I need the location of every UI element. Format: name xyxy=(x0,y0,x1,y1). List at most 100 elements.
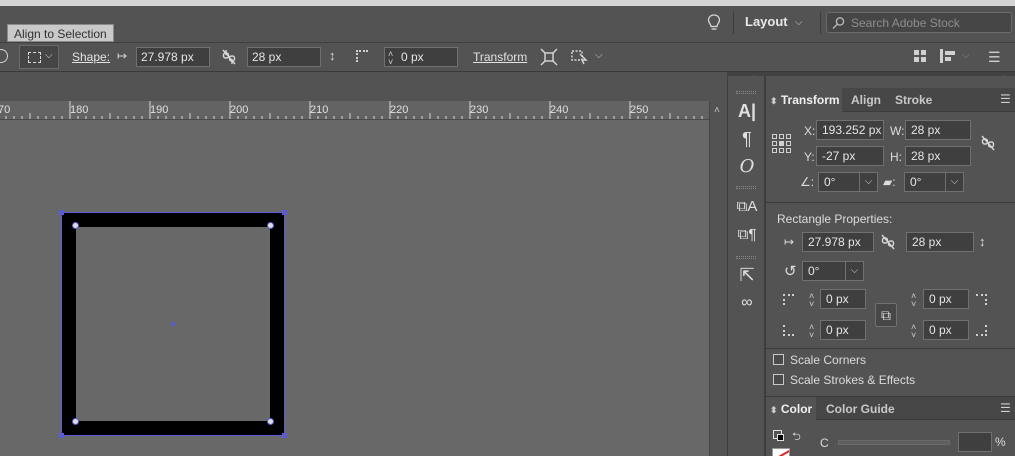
grip-handle[interactable] xyxy=(736,256,756,259)
transform-icon[interactable] xyxy=(540,48,558,66)
scroll-up-icon[interactable]: ˄ xyxy=(714,105,720,116)
h-label: H: xyxy=(890,150,902,164)
h-field[interactable]: 28 px xyxy=(905,146,971,166)
shear-value: 0° xyxy=(910,175,922,189)
default-colors-icon xyxy=(777,434,784,441)
search-input[interactable] xyxy=(851,14,1009,31)
isolate-icon[interactable] xyxy=(571,48,589,66)
chevron-down-icon[interactable]: ⌵ xyxy=(962,50,970,61)
link-corners-button[interactable]: ⧉ xyxy=(875,303,897,327)
corner-tl-icon[interactable] xyxy=(783,294,794,305)
corner-radius-field[interactable]: 0 px xyxy=(384,47,458,67)
export-icon[interactable]: ⇱ xyxy=(736,264,758,286)
stepper-icon[interactable]: ˄ ˅ xyxy=(388,50,393,67)
w-label: W: xyxy=(890,124,905,138)
cyan-field[interactable] xyxy=(958,432,992,452)
ruler-label: 190 xyxy=(150,104,169,116)
shape-height-field[interactable]: 28 px xyxy=(247,47,321,67)
rotate-icon: ↺ xyxy=(784,263,797,280)
lightbulb-icon[interactable] xyxy=(706,13,722,33)
angle-field[interactable]: 0° ⌵ xyxy=(818,172,878,192)
artboard-canvas[interactable] xyxy=(0,120,709,456)
scale-corners-checkbox[interactable] xyxy=(773,354,784,365)
paragraph-styles-icon[interactable]: ⧉¶ xyxy=(736,224,758,246)
transform-link[interactable]: Transform xyxy=(473,50,527,64)
grip-handle[interactable] xyxy=(736,91,756,94)
corner-tl-field[interactable]: 0 px xyxy=(820,289,866,309)
x-field[interactable]: 193.252 px xyxy=(816,120,884,140)
corner-br-field[interactable]: 0 px xyxy=(923,320,969,340)
cyan-slider[interactable] xyxy=(838,440,950,445)
panel-menu-icon[interactable]: ☰ xyxy=(1000,401,1011,415)
collapse-icon[interactable]: ⬍ xyxy=(770,96,778,106)
stock-search-box[interactable] xyxy=(826,12,1012,33)
angle-value: 0° xyxy=(824,175,836,189)
collapse-icon[interactable]: ⬍ xyxy=(770,405,778,415)
horizontal-ruler: 70 180 190 200 210 220 230 240 250 xyxy=(0,101,709,120)
corner-widget[interactable] xyxy=(72,222,79,229)
stepper-icon[interactable]: ˄ ˅ xyxy=(911,323,916,340)
workspace-switcher[interactable]: Layout xyxy=(745,14,788,29)
chevron-down-icon[interactable]: ⌵ xyxy=(795,17,803,28)
panel-menu-icon[interactable]: ☰ xyxy=(1000,92,1011,106)
corner-widget[interactable] xyxy=(267,418,274,425)
corner-bl-field[interactable]: 0 px xyxy=(820,320,866,340)
tab-color[interactable]: ⬍ Color xyxy=(766,397,816,421)
chevron-down-icon[interactable]: ⌵ xyxy=(845,262,863,280)
fill-none-swatch[interactable] xyxy=(772,448,790,456)
shear-field[interactable]: 0° ⌵ xyxy=(904,172,964,192)
tab-align[interactable]: Align xyxy=(851,88,881,112)
ruler-label: 250 xyxy=(630,104,649,116)
corner-widget[interactable] xyxy=(267,222,274,229)
corner-tr-field[interactable]: 0 px xyxy=(923,289,969,309)
character-styles-icon[interactable]: ⧉A xyxy=(736,196,758,218)
unlink-icon[interactable] xyxy=(221,48,237,66)
corner-bl-icon[interactable] xyxy=(783,325,794,336)
ruler-label: 180 xyxy=(70,104,89,116)
stepper-icon[interactable]: ˄ ˅ xyxy=(809,292,814,309)
tooltip: Align to Selection xyxy=(7,24,114,42)
reference-point-icon[interactable] xyxy=(772,134,792,154)
links-icon[interactable]: ∞ xyxy=(736,292,758,314)
chevron-down-icon[interactable]: ⌵ xyxy=(859,173,877,191)
w-field[interactable]: 28 px xyxy=(905,120,971,140)
resize-handle[interactable] xyxy=(59,210,64,215)
tab-transform[interactable]: ⬍ Transform xyxy=(766,88,842,112)
menu-icon[interactable]: ☰ xyxy=(988,49,1001,66)
rect-height-field[interactable]: 28 px xyxy=(906,232,974,252)
grid-icon[interactable] xyxy=(914,50,926,62)
tab-label: Color xyxy=(780,402,813,416)
y-field[interactable]: -27 px xyxy=(816,146,884,166)
align-to-selection-button[interactable]: ⌵ xyxy=(19,45,59,69)
arrange-icon[interactable] xyxy=(940,49,956,63)
grip-handle[interactable] xyxy=(736,186,756,189)
rotation-field[interactable]: 0° ⌵ xyxy=(802,261,864,281)
corner-tr-icon[interactable] xyxy=(976,294,987,305)
resize-handle[interactable] xyxy=(59,433,64,438)
corner-br-icon[interactable] xyxy=(976,325,987,336)
stepper-icon[interactable]: ˄ ˅ xyxy=(911,292,916,309)
character-icon[interactable]: A| xyxy=(736,100,758,122)
paragraph-icon[interactable]: ¶ xyxy=(736,128,758,150)
rect-width-field[interactable]: 27.978 px xyxy=(802,232,874,252)
swap-colors-icon[interactable]: ⮌ xyxy=(792,428,801,447)
vertical-scrollbar[interactable]: ˄ xyxy=(709,101,727,456)
corner-widget[interactable] xyxy=(72,418,79,425)
height-icon: ↕ xyxy=(979,234,986,249)
corner-icon xyxy=(356,50,368,62)
shape-label[interactable]: Shape: xyxy=(72,50,110,64)
unlink-icon[interactable] xyxy=(880,233,896,251)
stepper-icon[interactable]: ˄ ˅ xyxy=(809,323,814,340)
chevron-down-icon[interactable]: ⌵ xyxy=(595,50,603,61)
unlink-icon[interactable] xyxy=(980,134,996,152)
tab-stroke[interactable]: Stroke xyxy=(895,88,932,112)
scale-strokes-checkbox[interactable] xyxy=(773,374,784,385)
resize-handle[interactable] xyxy=(282,210,287,215)
ruler-label: 230 xyxy=(470,104,489,116)
chevron-down-icon[interactable]: ⌵ xyxy=(945,173,963,191)
divider xyxy=(733,12,734,34)
shape-width-field[interactable]: 27.978 px xyxy=(136,47,210,67)
resize-handle[interactable] xyxy=(282,433,287,438)
tab-color-guide[interactable]: Color Guide xyxy=(826,397,895,421)
opentype-icon[interactable]: O xyxy=(736,156,758,178)
